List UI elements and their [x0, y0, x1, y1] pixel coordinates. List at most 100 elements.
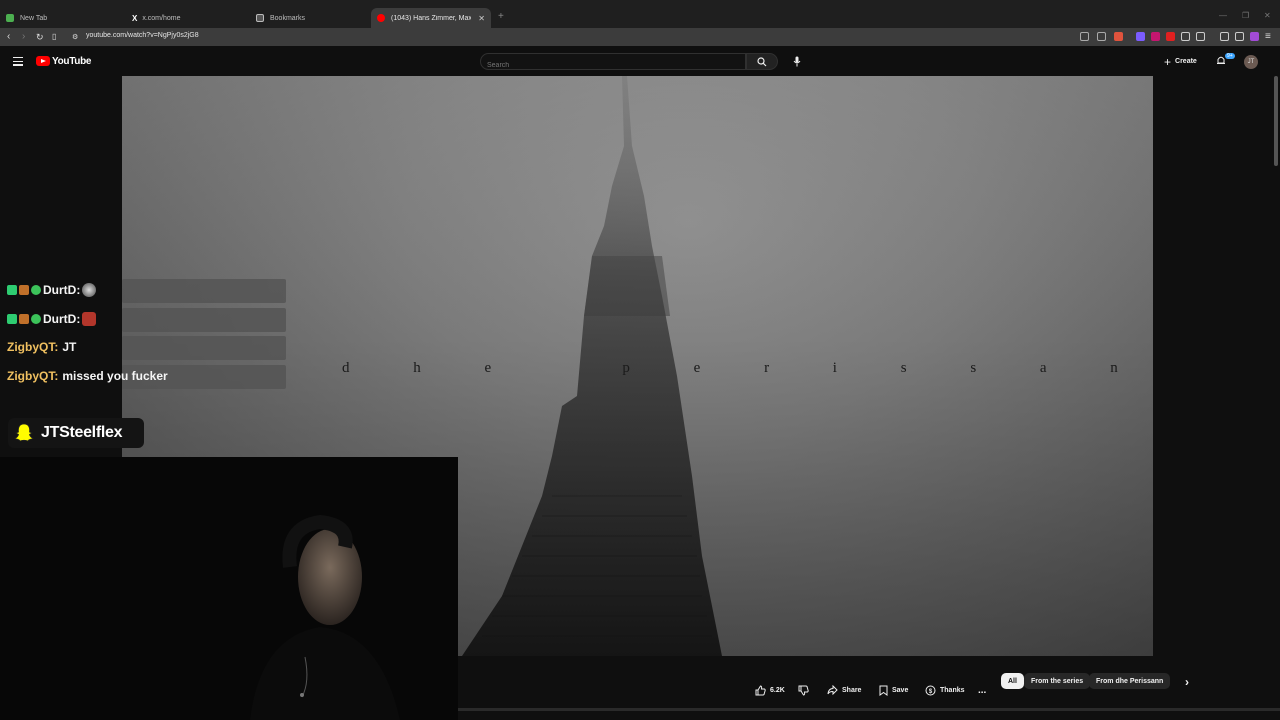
split-view-icon[interactable]	[1235, 32, 1244, 41]
page-scrollbar[interactable]	[1274, 76, 1278, 166]
plus-icon: +	[1164, 54, 1172, 69]
create-label: Create	[1175, 58, 1197, 65]
microphone-icon	[793, 56, 800, 67]
reload-icon[interactable]: ↻	[36, 31, 44, 43]
youtube-logo-icon[interactable]	[36, 56, 50, 66]
chat-line: DurtD:	[7, 312, 97, 326]
browser-tab-bookmarks[interactable]: Bookmarks	[250, 8, 370, 28]
video-action-bar: 6.2K Share Save $ Thanks ... All From th…	[458, 656, 1280, 720]
share-arrow-icon	[827, 685, 838, 695]
tab-title: Bookmarks	[270, 14, 306, 22]
share-button[interactable]: Share	[827, 683, 861, 697]
restore-icon[interactable]: ❐	[1242, 11, 1249, 20]
svg-text:$: $	[929, 689, 933, 695]
voice-search-button[interactable]	[788, 53, 805, 70]
chip-label: From dhe Perissann	[1096, 677, 1164, 685]
chat-username: DurtD:	[43, 312, 81, 326]
more-actions-button[interactable]: ...	[978, 683, 986, 697]
save-button[interactable]: Save	[879, 683, 908, 697]
snapchat-ghost-icon	[14, 423, 34, 442]
bookmark-icon	[879, 685, 888, 696]
recommendations-scroll-track	[458, 708, 1280, 711]
snapchat-username: JTSteelflex	[41, 424, 123, 441]
webcam-feed	[0, 457, 458, 720]
youtube-icon	[377, 14, 385, 22]
extension-icon[interactable]	[1136, 32, 1145, 41]
tab-title: x.com/home	[142, 14, 181, 22]
chip-all[interactable]: All	[1001, 673, 1024, 689]
chat-username: ZigbyQT:	[7, 369, 59, 383]
chat-line: DurtD:	[7, 283, 97, 297]
thanks-heart-icon: $	[925, 685, 936, 695]
extension-x-icon[interactable]	[1151, 32, 1160, 41]
search-button[interactable]	[746, 53, 778, 70]
more-icon: ...	[978, 684, 987, 696]
cast-icon[interactable]	[1080, 32, 1089, 41]
dislike-button[interactable]	[798, 683, 813, 697]
search-box[interactable]	[480, 53, 746, 73]
chat-message-text: missed you fucker	[62, 369, 168, 383]
grid-icon	[6, 14, 14, 22]
account-avatar[interactable]: JT	[1244, 55, 1258, 69]
chip-from-the-series[interactable]: From the series	[1024, 673, 1091, 689]
chat-message-background	[122, 279, 286, 303]
extension-red-icon[interactable]	[1166, 32, 1175, 41]
browser-tab-youtube[interactable]: (1043) Hans Zimmer, Max Ri... ✕	[371, 8, 491, 28]
browser-toolbar: ‹ › ↻ ▯ ⚙ youtube.com/watch?v=NgPjy0s2jG…	[0, 28, 1280, 46]
x-logo-icon: X	[132, 13, 138, 23]
gift-badge-icon	[19, 285, 29, 295]
like-count: 6.2K	[770, 686, 785, 694]
share-label: Share	[842, 686, 862, 694]
menu-icon[interactable]: ≡	[1265, 31, 1271, 43]
bookmark-icon	[256, 14, 264, 22]
wallet-icon[interactable]	[1250, 32, 1259, 41]
browser-tab-strip: New Tab X x.com/home Bookmarks (1043) Ha…	[0, 0, 1280, 28]
minimize-icon[interactable]: —	[1219, 11, 1227, 20]
bookmark-page-icon[interactable]: ▯	[52, 31, 56, 43]
new-tab-button[interactable]: +	[498, 11, 504, 22]
subscriber-badge-icon	[7, 285, 17, 295]
music-icon[interactable]	[1220, 32, 1229, 41]
chat-username: DurtD:	[43, 283, 81, 297]
create-button[interactable]: + Create	[1164, 54, 1197, 69]
youtube-masthead: YouTube + Create 9+ JT	[0, 46, 1280, 76]
back-icon[interactable]: ‹	[7, 31, 10, 43]
stream-chat-message: DurtD:	[0, 279, 286, 303]
search-input[interactable]	[481, 58, 731, 73]
thanks-button[interactable]: $ Thanks	[925, 683, 965, 697]
like-button[interactable]: 6.2K	[755, 683, 785, 697]
chevron-right-icon: ›	[1185, 675, 1189, 689]
youtube-logo-text[interactable]: YouTube	[52, 56, 92, 67]
thanks-label: Thanks	[940, 686, 965, 694]
sidebar-icon[interactable]	[1196, 32, 1205, 41]
close-window-icon[interactable]: ✕	[1264, 11, 1271, 20]
webcam-person-silhouette	[0, 457, 458, 720]
chat-message-text: JT	[62, 340, 77, 354]
verified-badge-icon	[31, 314, 41, 324]
close-tab-icon[interactable]: ✕	[478, 14, 485, 23]
notification-count-badge: 9+	[1225, 53, 1235, 59]
share-page-icon[interactable]	[1097, 32, 1106, 41]
browser-tab-x[interactable]: X x.com/home	[126, 8, 250, 28]
chat-line: ZigbyQT: missed you fucker	[7, 369, 168, 383]
search-icon	[757, 56, 767, 66]
address-bar[interactable]: youtube.com/watch?v=NgPjy0s2jG8	[86, 32, 199, 39]
emote-icon	[82, 283, 97, 297]
puzzle-icon[interactable]	[1181, 32, 1190, 41]
browser-tab-new-tab[interactable]: New Tab	[0, 8, 125, 28]
subscriber-badge-icon	[7, 314, 17, 324]
site-info-icon[interactable]: ⚙	[72, 32, 78, 44]
hamburger-menu-icon[interactable]	[13, 57, 23, 68]
stream-chat-message: ZigbyQT: missed you fucker	[0, 365, 286, 389]
brave-shield-icon[interactable]	[1114, 32, 1123, 41]
thumbs-up-icon	[755, 684, 766, 695]
avatar-initials: JT	[1247, 59, 1255, 65]
chips-next-button[interactable]: ›	[1185, 675, 1189, 689]
chat-username: ZigbyQT:	[7, 340, 59, 354]
save-label: Save	[892, 686, 909, 694]
snapchat-handle-badge: JTSteelflex	[8, 418, 144, 448]
gift-badge-icon	[19, 314, 29, 324]
chip-from-dhe-perissann[interactable]: From dhe Perissann	[1089, 673, 1171, 689]
video-overlay-title: d h e p e r i s s a n n	[342, 360, 1153, 376]
forward-icon[interactable]: ›	[22, 31, 25, 43]
